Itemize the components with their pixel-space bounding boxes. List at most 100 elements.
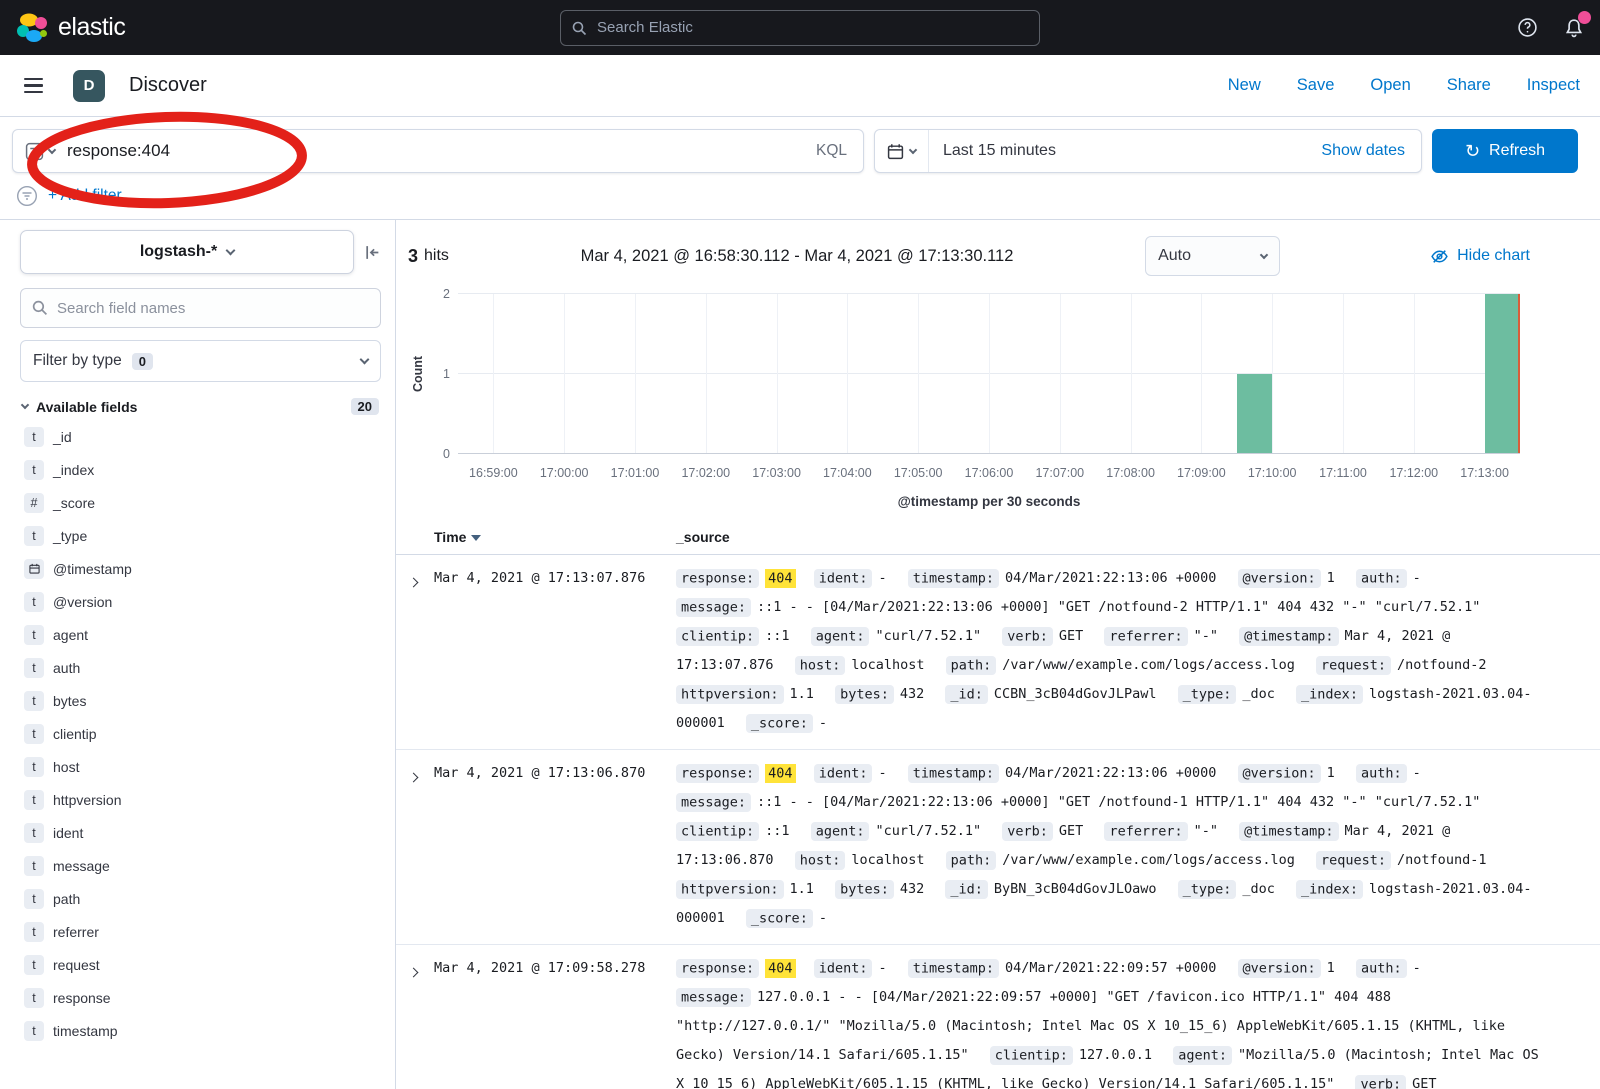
source-field-value: "-" (1194, 823, 1218, 839)
source-field-value: ::1 (765, 628, 789, 644)
available-fields-accordion[interactable]: Available fields 20 (20, 398, 381, 415)
interval-select[interactable]: Auto (1145, 236, 1280, 276)
field-item-response[interactable]: tresponse (20, 981, 381, 1014)
new-button[interactable]: New (1228, 76, 1261, 95)
menu-hamburger-icon[interactable] (20, 74, 47, 98)
x-tick-label: 17:10:00 (1248, 466, 1297, 480)
saved-query-menu-button[interactable] (13, 142, 65, 161)
source-field-badge: clientip: (676, 627, 759, 646)
filter-by-type-button[interactable]: Filter by type 0 (20, 340, 381, 382)
field-type-icon: t (24, 757, 44, 777)
alerts-bell-icon[interactable] (1564, 18, 1584, 38)
inspect-button[interactable]: Inspect (1527, 76, 1580, 95)
histogram-bar[interactable] (1485, 294, 1520, 453)
calendar-menu-button[interactable] (875, 130, 929, 172)
field-item-auth[interactable]: tauth (20, 651, 381, 684)
source-field-badge: auth: (1356, 569, 1407, 588)
collapse-sidebar-icon[interactable] (364, 244, 381, 261)
field-item-clientip[interactable]: tclientip (20, 717, 381, 750)
index-pattern-selector[interactable]: logstash-* (20, 230, 354, 274)
add-filter-button[interactable]: + Add filter (48, 187, 122, 205)
share-button[interactable]: Share (1447, 76, 1491, 95)
source-field-value: ::1 (765, 823, 789, 839)
field-name: @version (53, 594, 112, 610)
source-field-value: 04/Mar/2021:22:13:06 +0000 (1005, 570, 1216, 586)
field-item-path[interactable]: tpath (20, 882, 381, 915)
global-search[interactable] (560, 10, 1040, 46)
expand-doc-button[interactable] (410, 954, 434, 981)
field-item-@version[interactable]: t @version (20, 585, 381, 618)
space-avatar[interactable]: D (73, 70, 105, 102)
time-column-header[interactable]: Time (434, 529, 676, 545)
source-field-value: /notfound-2 (1397, 657, 1486, 673)
field-item-_index[interactable]: t_index (20, 453, 381, 486)
source-field-value: /notfound-1 (1397, 852, 1486, 868)
field-item-httpversion[interactable]: thttpversion (20, 783, 381, 816)
source-field-badge: _type: (1178, 880, 1237, 899)
field-item-_type[interactable]: t_type (20, 519, 381, 552)
x-tick-label: 17:06:00 (965, 466, 1014, 480)
field-type-icon: t (24, 592, 44, 612)
hide-chart-button[interactable]: Hide chart (1430, 247, 1530, 266)
save-button[interactable]: Save (1297, 76, 1335, 95)
time-range-value[interactable]: Last 15 minutes (929, 142, 1070, 160)
x-tick-label: 17:04:00 (823, 466, 872, 480)
expand-doc-button[interactable] (410, 564, 434, 591)
field-type-icon: t (24, 790, 44, 810)
date-picker: Last 15 minutes Show dates (874, 129, 1422, 173)
field-item-host[interactable]: thost (20, 750, 381, 783)
source-field-value: 404 (765, 959, 795, 978)
histogram-bar[interactable] (1237, 374, 1272, 454)
source-field-badge: httpversion: (676, 685, 784, 704)
field-item-_id[interactable]: t _id (20, 420, 381, 453)
source-field-badge: _type: (1178, 685, 1237, 704)
field-type-icon: t (24, 427, 44, 447)
expand-doc-button[interactable] (410, 759, 434, 786)
source-field-value: 04/Mar/2021:22:09:57 +0000 (1005, 960, 1216, 976)
interval-value: Auto (1158, 247, 1191, 265)
show-dates-button[interactable]: Show dates (1305, 142, 1421, 160)
doc-time-cell: Mar 4, 2021 @ 17:13:07.876 (434, 564, 676, 593)
field-item-ident[interactable]: tident (20, 816, 381, 849)
global-search-input[interactable] (595, 18, 1029, 37)
doc-source-cell: response:404 ident:- timestamp:04/Mar/20… (676, 954, 1544, 1089)
field-item-agent[interactable]: tagent (20, 618, 381, 651)
field-name: _id (53, 429, 72, 445)
open-button[interactable]: Open (1370, 76, 1410, 95)
query-input[interactable] (65, 140, 800, 162)
source-field-value: 04/Mar/2021:22:13:06 +0000 (1005, 765, 1216, 781)
query-language-button[interactable]: KQL (800, 142, 863, 160)
source-field-value: 1.1 (790, 881, 814, 897)
y-axis-labels: 012 (428, 294, 458, 454)
fields-sidebar: logstash-* Filter by type 0 (0, 220, 396, 1089)
y-tick-label: 0 (443, 447, 450, 461)
filter-menu-icon[interactable] (16, 185, 38, 207)
refresh-button[interactable]: ↻ Refresh (1432, 129, 1578, 173)
results-toolbar: 3 hits Mar 4, 2021 @ 16:58:30.112 - Mar … (396, 220, 1600, 280)
source-field-badge: agent: (1173, 1046, 1232, 1065)
source-field-badge: referrer: (1104, 822, 1187, 841)
field-item-referrer[interactable]: treferrer (20, 915, 381, 948)
field-item-request[interactable]: trequest (20, 948, 381, 981)
field-item-@timestamp[interactable]: @timestamp (20, 552, 381, 585)
help-icon[interactable] (1517, 17, 1538, 38)
field-item-timestamp[interactable]: ttimestamp (20, 1014, 381, 1047)
source-field-badge: timestamp: (908, 569, 999, 588)
field-item-bytes[interactable]: tbytes (20, 684, 381, 717)
histogram-plot (458, 294, 1520, 454)
field-type-icon: t (24, 955, 44, 975)
field-search-input[interactable] (20, 288, 381, 328)
source-field-value: GET (1059, 823, 1083, 839)
source-field-value: 432 (900, 881, 924, 897)
query-bar: KQL Last 15 minutes Show dates ↻ Refresh (0, 117, 1600, 183)
y-axis-title: Count (408, 294, 428, 454)
source-field-value: GET (1412, 1076, 1436, 1089)
elastic-logo[interactable] (16, 12, 48, 44)
source-field-value: "curl/7.52.1" (875, 628, 981, 644)
source-field-badge: clientip: (990, 1046, 1073, 1065)
field-item-_score[interactable]: #_score (20, 486, 381, 519)
field-item-message[interactable]: tmessage (20, 849, 381, 882)
source-field-value: - (1413, 765, 1421, 781)
doc-table-header: Time _source (396, 519, 1600, 555)
source-field-value: /var/www/example.com/logs/access.log (1002, 852, 1295, 868)
